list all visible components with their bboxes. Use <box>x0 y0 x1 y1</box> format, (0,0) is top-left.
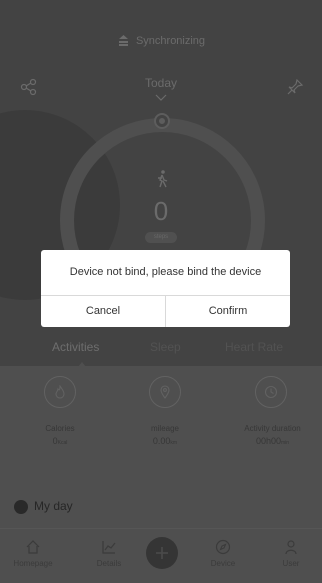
app-screen: Synchronizing Today 0 steps Activities S <box>0 0 322 583</box>
bind-device-dialog: Device not bind, please bind the device … <box>41 250 290 327</box>
confirm-button[interactable]: Confirm <box>166 295 290 327</box>
cancel-button[interactable]: Cancel <box>41 295 165 327</box>
dialog-message: Device not bind, please bind the device <box>69 266 262 278</box>
